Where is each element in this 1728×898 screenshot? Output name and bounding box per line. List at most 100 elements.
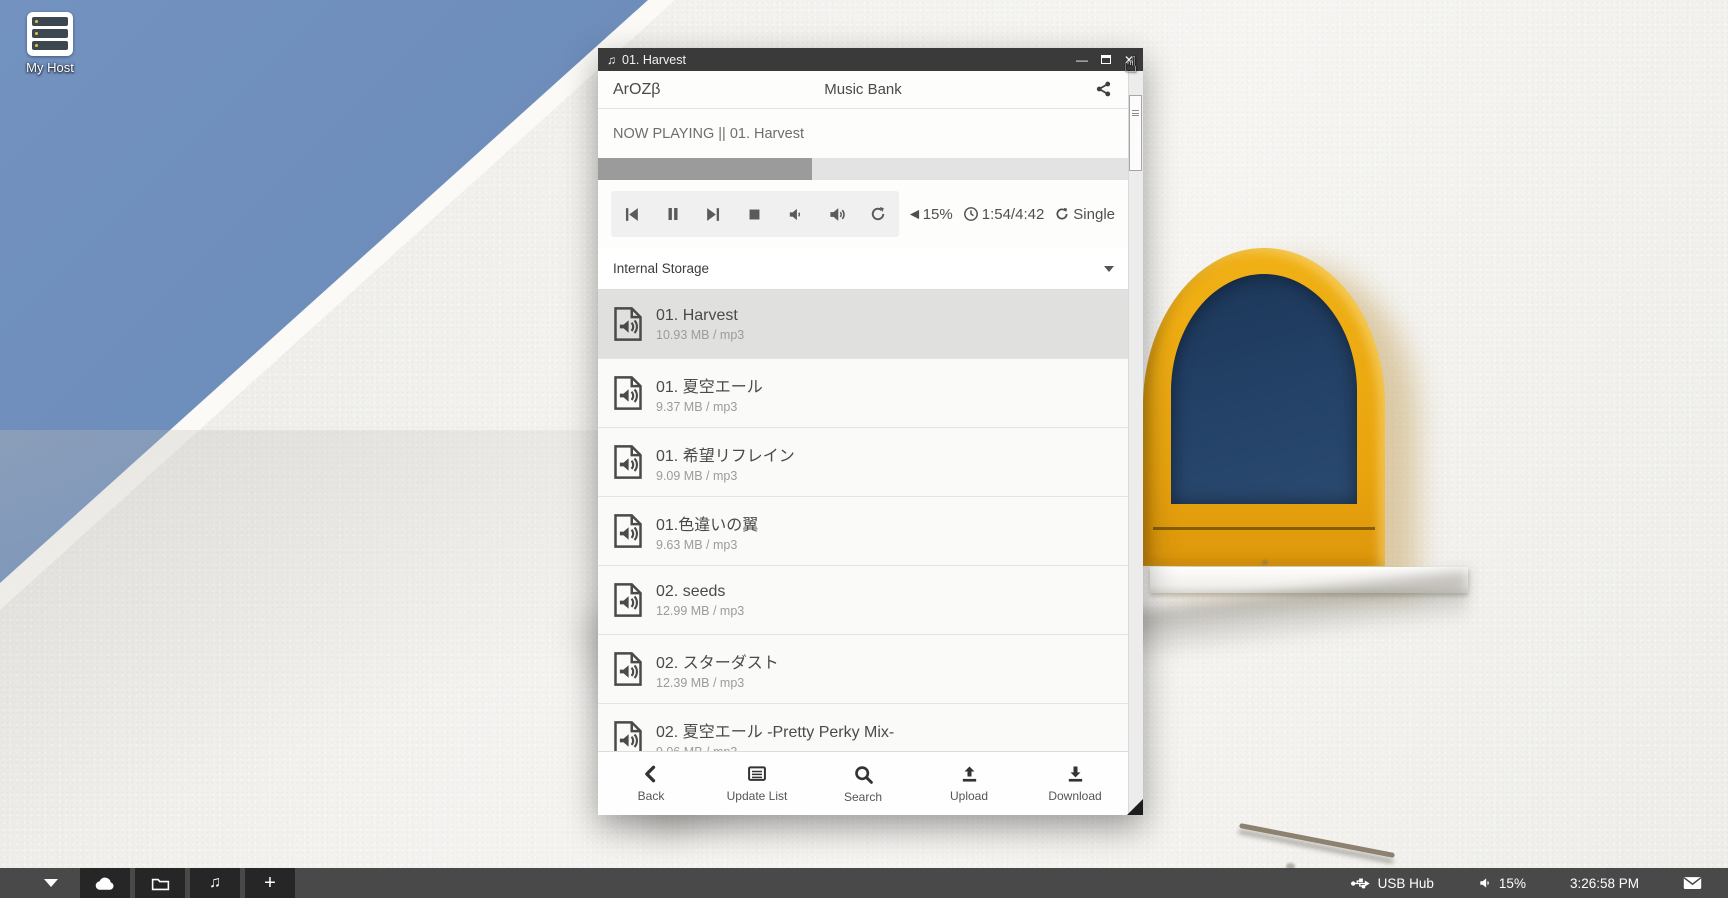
taskbar-expand-caret[interactable] <box>44 879 58 887</box>
track-title: 02. スターダスト <box>656 649 779 673</box>
share-icon[interactable] <box>1095 80 1112 101</box>
audio-file-icon <box>613 375 643 411</box>
upload-button[interactable]: Upload <box>924 764 1014 803</box>
volume-triangle-icon <box>909 209 920 220</box>
chevron-down-icon <box>1104 266 1114 272</box>
storage-select[interactable]: Internal Storage <box>598 248 1128 290</box>
track-meta: 12.99 MB / mp3 <box>656 604 744 618</box>
desktop-icon-label: My Host <box>14 60 86 75</box>
track-row[interactable]: 01. Harvest 10.93 MB / mp3 <box>598 290 1128 359</box>
time-value: 1:54/4:42 <box>982 206 1045 223</box>
wall-spot <box>1262 560 1268 565</box>
list-icon <box>746 764 768 784</box>
server-icon <box>27 12 73 56</box>
upload-label: Upload <box>950 789 988 803</box>
time-readout: 1:54/4:42 <box>963 206 1045 223</box>
seek-bar-fill <box>598 158 812 180</box>
download-icon <box>1065 764 1086 784</box>
seek-bar[interactable] <box>598 158 1128 180</box>
desktop-icon-my-host[interactable]: My Host <box>14 12 86 75</box>
taskbar-tile-files[interactable] <box>135 868 185 898</box>
scrollbar-thumb[interactable] <box>1129 95 1142 171</box>
app-header: ArOZβ Music Bank <box>598 71 1128 109</box>
track-title: 01. 夏空エール <box>656 373 763 397</box>
repeat-icon <box>1054 206 1070 222</box>
arch-window-glass <box>1171 274 1357 504</box>
page-title: Music Bank <box>598 81 1128 98</box>
window-scrollbar[interactable] <box>1128 71 1143 815</box>
messages-indicator[interactable] <box>1683 876 1702 890</box>
folder-icon <box>151 876 170 891</box>
back-label: Back <box>638 789 665 803</box>
previous-track-button[interactable] <box>615 197 649 231</box>
track-row[interactable]: 01. 希望リフレイン 9.09 MB / mp3 <box>598 428 1128 497</box>
stop-button[interactable] <box>738 197 772 231</box>
volume-value: 15% <box>923 206 953 223</box>
clock-label: 3:26:58 PM <box>1570 876 1639 891</box>
taskbar-tile-music[interactable]: ♫ <box>190 868 240 898</box>
usb-icon <box>1351 877 1371 890</box>
volume-up-icon[interactable] <box>820 197 854 231</box>
taskbar-tile-cloud[interactable] <box>80 868 130 898</box>
player-controls: 15% 1:54/4:42 Single <box>598 180 1128 248</box>
server-slat <box>32 17 68 26</box>
cloud-icon <box>94 875 116 891</box>
taskbar-tile-add[interactable]: + <box>245 868 295 898</box>
volume-down-icon[interactable] <box>779 197 813 231</box>
transport-buttons <box>611 191 899 237</box>
track-title: 02. seeds <box>656 583 744 601</box>
storage-select-value: Internal Storage <box>613 261 709 276</box>
download-button[interactable]: Download <box>1030 764 1120 803</box>
update-list-button[interactable]: Update List <box>712 764 802 803</box>
search-icon <box>853 764 874 785</box>
music-note-icon: ♫ <box>209 875 221 891</box>
track-list: 01. Harvest 10.93 MB / mp3 01. 夏空エール 9.3… <box>598 290 1128 815</box>
usb-hub-indicator[interactable]: USB Hub <box>1351 876 1434 891</box>
minimize-button[interactable]: — <box>1076 54 1088 66</box>
track-row[interactable]: 02. seeds 12.99 MB / mp3 <box>598 566 1128 635</box>
back-button[interactable]: Back <box>606 764 696 803</box>
taskbar-volume-label: 15% <box>1499 876 1526 891</box>
speaker-icon <box>1478 876 1492 890</box>
plus-icon: + <box>264 873 276 893</box>
volume-indicator[interactable]: 15% <box>1478 876 1526 891</box>
track-title: 01. Harvest <box>656 307 744 325</box>
footer-toolbar: Back Update List Search Upload <box>598 751 1128 815</box>
track-meta: 10.93 MB / mp3 <box>656 328 744 342</box>
audio-file-icon <box>613 306 643 342</box>
track-title: 01. 希望リフレイン <box>656 442 795 466</box>
search-label: Search <box>844 790 882 804</box>
taskbar: ♫ + USB Hub 15% 3:26:58 PM <box>0 868 1728 898</box>
track-meta: 9.63 MB / mp3 <box>656 538 758 552</box>
music-player-window: ♫ 01. Harvest — ✕ ArOZβ Music Bank NOW P… <box>598 48 1143 815</box>
track-row[interactable]: 01. 夏空エール 9.37 MB / mp3 <box>598 359 1128 428</box>
track-row[interactable]: 02. スターダスト 12.39 MB / mp3 <box>598 635 1128 704</box>
track-title: 02. 夏空エール -Pretty Perky Mix- <box>656 718 894 742</box>
audio-file-icon <box>613 651 643 687</box>
track-meta: 9.09 MB / mp3 <box>656 469 795 483</box>
window-titlebar[interactable]: ♫ 01. Harvest — ✕ <box>598 48 1143 71</box>
track-title: 01.色違いの翼 <box>656 511 758 535</box>
maximize-button[interactable] <box>1101 55 1111 64</box>
play-mode-toggle[interactable]: Single <box>1054 206 1115 223</box>
envelope-icon <box>1683 876 1702 890</box>
clock-icon <box>963 206 979 222</box>
reload-button[interactable] <box>861 197 895 231</box>
usb-hub-label: USB Hub <box>1378 876 1434 891</box>
clock[interactable]: 3:26:58 PM <box>1570 876 1639 891</box>
track-meta: 12.39 MB / mp3 <box>656 676 779 690</box>
arch-window-photo <box>1143 248 1385 566</box>
window-title: 01. Harvest <box>622 53 686 67</box>
pause-button[interactable] <box>656 197 690 231</box>
system-tray: USB Hub 15% 3:26:58 PM <box>1321 876 1702 891</box>
window-resize-handle[interactable] <box>1127 799 1143 815</box>
server-slat <box>32 41 68 50</box>
back-chevron-icon <box>641 764 661 784</box>
next-track-button[interactable] <box>697 197 731 231</box>
search-button[interactable]: Search <box>818 764 908 804</box>
desktop: My Host ♫ 01. Harvest — ✕ ArOZβ Music Ba… <box>0 0 1728 898</box>
audio-file-icon <box>613 513 643 549</box>
volume-readout: 15% <box>909 206 953 223</box>
track-row[interactable]: 01.色違いの翼 9.63 MB / mp3 <box>598 497 1128 566</box>
arch-window-frame-line <box>1153 527 1375 530</box>
